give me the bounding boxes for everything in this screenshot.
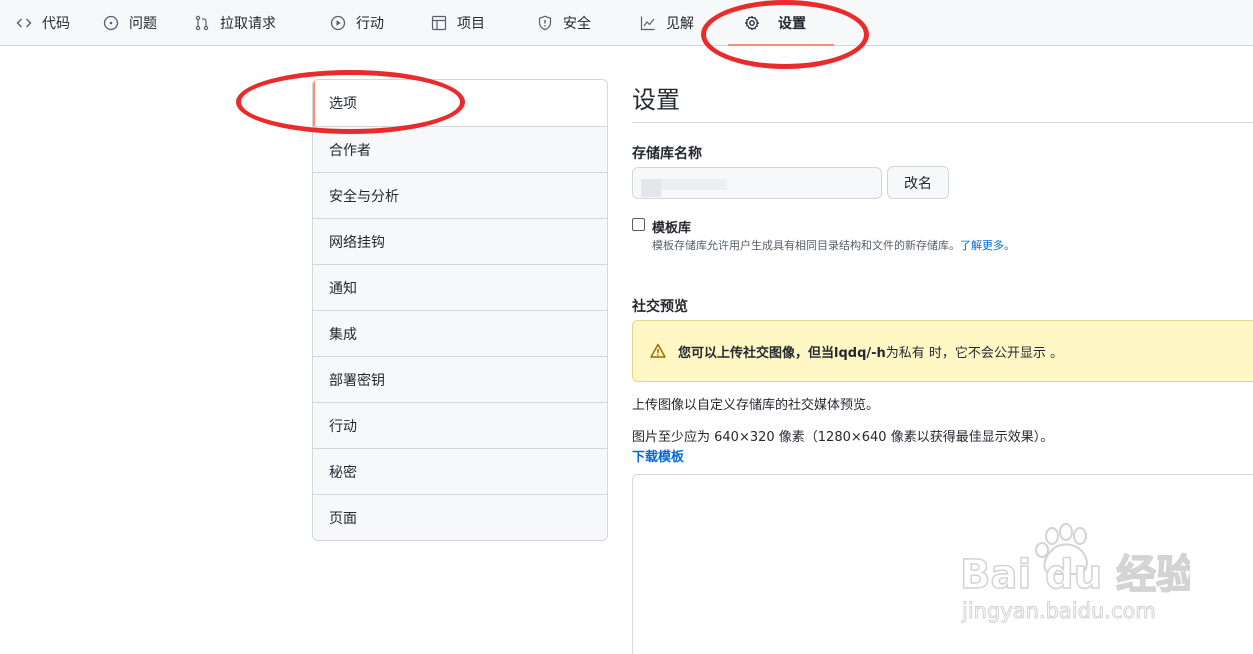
tab-pull-requests[interactable]: 拉取请求	[194, 0, 276, 46]
sidebar-item-label: 集成	[329, 326, 357, 343]
template-label: 模板库	[652, 221, 692, 236]
repo-name-label: 存储库名称	[632, 146, 702, 162]
tab-actions-label: 行动	[356, 16, 384, 32]
template-description: 模板存储库允许用户生成具有相同目录结构和文件的新存储库。了解更多。	[652, 237, 1015, 253]
settings-main: 设置 存储库名称 改名 模板库 模板存储库允许用户生成具有相同目录结构和文件的新…	[632, 80, 1253, 654]
sidebar-item-notifications[interactable]: 通知	[313, 264, 607, 310]
flash-text: 为私有 时，它不会公开显示 。	[885, 345, 1064, 361]
settings-sidebar: 选项 合作者 安全与分析 网络挂钩 通知 集成 部署密钥 行动 秘密 页面	[312, 79, 608, 541]
tab-security[interactable]: 安全	[537, 0, 591, 46]
gear-icon	[744, 15, 760, 31]
sidebar-item-security-analysis[interactable]: 安全与分析	[313, 172, 607, 218]
tab-pull-requests-label: 拉取请求	[220, 16, 276, 32]
warning-flash: 您可以上传社交图像，但当lqdq/-h 为私有 时，它不会公开显示 。	[632, 320, 1253, 382]
social-preview-label: 社交预览	[632, 299, 688, 315]
sidebar-item-options[interactable]: 选项	[313, 80, 607, 126]
tab-projects[interactable]: 项目	[431, 0, 485, 46]
sidebar-item-pages[interactable]: 页面	[313, 494, 607, 540]
play-icon	[330, 15, 346, 31]
sidebar-item-label: 安全与分析	[329, 188, 399, 205]
download-template-link[interactable]: 下载模板	[632, 446, 684, 465]
tab-projects-label: 项目	[457, 16, 485, 32]
tab-code-label: 代码	[42, 16, 70, 32]
graph-icon	[640, 15, 656, 31]
social-preview-description: 上传图像以自定义存储库的社交媒体预览。	[632, 398, 880, 413]
template-description-text: 模板存储库允许用户生成具有相同目录结构和文件的新存储库。	[652, 239, 960, 252]
table-icon	[431, 15, 447, 31]
template-description-period: 。	[1004, 239, 1015, 252]
flash-bold-text: 您可以上传社交图像，但当lqdq/-h	[678, 345, 886, 361]
sidebar-item-actions[interactable]: 行动	[313, 402, 607, 448]
tab-security-label: 安全	[563, 16, 591, 32]
sidebar-item-label: 合作者	[329, 142, 371, 159]
sidebar-item-label: 行动	[329, 418, 357, 435]
sidebar-item-label: 页面	[329, 510, 357, 527]
code-icon	[16, 15, 32, 31]
tab-issues-label: 问题	[129, 16, 157, 32]
pull-request-icon	[194, 15, 210, 31]
sidebar-item-label: 秘密	[329, 464, 357, 481]
sidebar-item-label: 部署密钥	[329, 372, 385, 389]
sidebar-item-label: 选项	[329, 96, 357, 112]
shield-icon	[537, 15, 553, 31]
tab-insights[interactable]: 见解	[640, 0, 694, 46]
tab-settings[interactable]: 设置	[728, 0, 834, 46]
sidebar-item-deploy-keys[interactable]: 部署密钥	[313, 356, 607, 402]
redacted-text	[641, 179, 661, 197]
sidebar-item-integrations[interactable]: 集成	[313, 310, 607, 356]
sidebar-item-webhooks[interactable]: 网络挂钩	[313, 218, 607, 264]
tab-code[interactable]: 代码	[16, 0, 70, 46]
page-title: 设置	[632, 80, 1253, 123]
alert-icon	[650, 343, 666, 358]
learn-more-link[interactable]: 了解更多	[960, 239, 1004, 252]
sidebar-item-label: 通知	[329, 280, 357, 297]
rename-button[interactable]: 改名	[887, 166, 949, 199]
tab-settings-label: 设置	[778, 16, 806, 32]
template-checkbox[interactable]	[632, 218, 645, 231]
sidebar-item-secrets[interactable]: 秘密	[313, 448, 607, 494]
sidebar-item-collaborators[interactable]: 合作者	[313, 126, 607, 172]
image-size-hint: 图片至少应为 640×320 像素（1280×640 像素以获得最佳显示效果）。	[632, 430, 1054, 445]
issue-icon	[103, 15, 119, 31]
repo-nav-bar: 代码 问题 拉取请求 行动 项目 安全 见解 设置	[0, 0, 1253, 46]
social-preview-dropzone[interactable]	[632, 474, 1253, 654]
repo-name-input[interactable]	[632, 167, 882, 199]
tab-actions[interactable]: 行动	[330, 0, 384, 46]
tab-issues[interactable]: 问题	[103, 0, 157, 46]
sidebar-item-label: 网络挂钩	[329, 234, 385, 251]
tab-insights-label: 见解	[666, 16, 694, 32]
